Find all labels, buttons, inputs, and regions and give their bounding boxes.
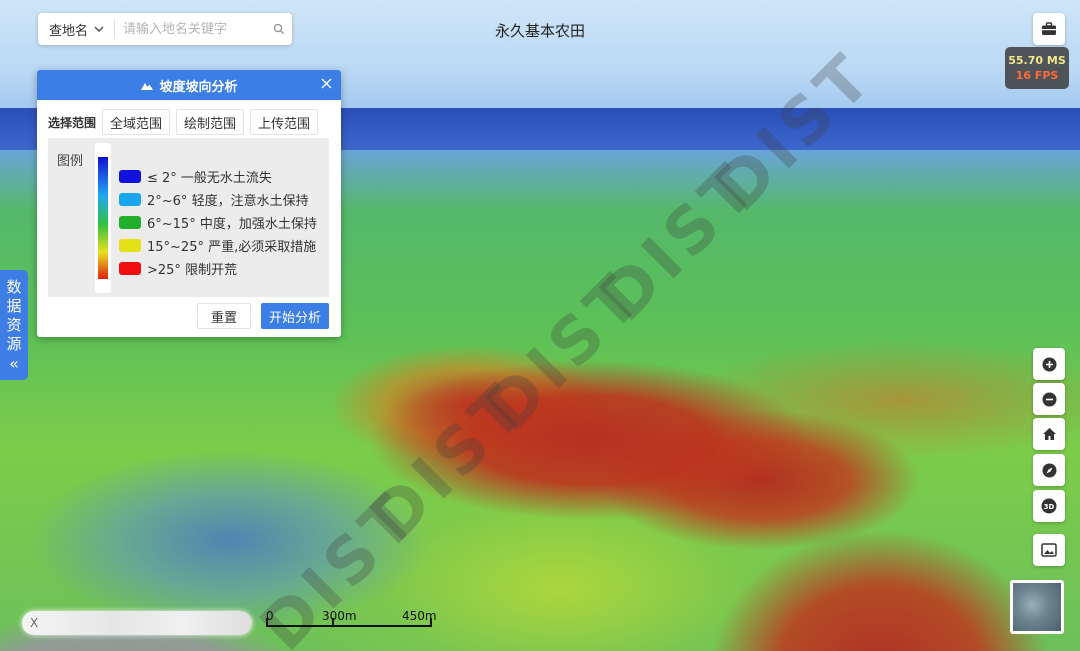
home-icon <box>1042 428 1056 440</box>
legend-swatch <box>119 216 141 229</box>
legend-swatch <box>119 262 141 275</box>
double-chevron-left-icon: « <box>9 354 19 373</box>
toolbox-button[interactable] <box>1033 13 1065 45</box>
home-view-button[interactable] <box>1033 418 1065 450</box>
basemap-switch-button[interactable] <box>1033 534 1065 566</box>
scale-line <box>266 625 432 627</box>
plus-circle-icon <box>1042 357 1056 371</box>
performance-monitor: 55.70 MS 16 FPS <box>1005 47 1069 89</box>
zoom-out-button[interactable] <box>1033 383 1065 415</box>
compass-icon <box>1042 463 1056 477</box>
frame-rate: 16 FPS <box>1015 69 1059 82</box>
coordinate-text: X <box>30 616 39 630</box>
legend-label: 15°~25° 严重,必须采取措施 <box>147 240 317 255</box>
compass-button[interactable] <box>1033 454 1065 486</box>
legend-item: >25° 限制开荒 <box>119 257 317 280</box>
legend-label: 2°~6° 轻度，注意水土保持 <box>147 194 309 209</box>
slope-legend: 图例 ≤ 2° 一般无水土流失 2°~6° 轻度，注意水土保持 6°~15° 中… <box>48 138 329 297</box>
svg-text:3D: 3D <box>1044 503 1055 511</box>
range-label: 选择范围 <box>48 115 97 130</box>
panel-header: 坡度坡向分析 <box>37 70 341 100</box>
draw-extent-button[interactable]: 绘制范围 <box>176 109 245 135</box>
scale-label: 300m <box>322 609 357 623</box>
scale-bar: 0 300m 450m <box>266 609 437 629</box>
legend-list: ≤ 2° 一般无水土流失 2°~6° 轻度，注意水土保持 6°~15° 中度，加… <box>119 165 317 280</box>
3d-icon: 3D <box>1041 498 1057 514</box>
image-icon <box>1041 543 1057 557</box>
legend-swatch <box>119 193 141 206</box>
page-title: 永久基本农田 <box>494 22 585 40</box>
slope-aspect-panel: 坡度坡向分析 选择范围 全域范围 绘制范围 上传范围 图例 ≤ 2° 一般无水土… <box>37 70 341 337</box>
legend-label: >25° 限制开荒 <box>147 263 238 278</box>
legend-color-ramp <box>95 143 111 293</box>
data-resource-char: 源 <box>6 335 22 353</box>
panel-actions: 重置 开始分析 <box>187 303 329 329</box>
legend-label: 6°~15° 中度，加强水土保持 <box>147 217 317 232</box>
legend-item: 2°~6° 轻度，注意水土保持 <box>119 188 317 211</box>
coordinate-readout: X <box>22 611 252 635</box>
legend-swatch <box>119 170 141 183</box>
legend-item: ≤ 2° 一般无水土流失 <box>119 165 317 188</box>
scale-tick <box>266 618 268 627</box>
3d-view-toggle[interactable]: 3D <box>1033 490 1065 522</box>
frame-time: 55.70 MS <box>1008 54 1066 67</box>
legend-title: 图例 <box>57 154 84 169</box>
legend-item: 6°~15° 中度，加强水土保持 <box>119 211 317 234</box>
scale-tick <box>430 618 432 627</box>
panel-title: 坡度坡向分析 <box>159 79 238 95</box>
mountain-icon <box>141 83 154 90</box>
briefcase-icon <box>1042 22 1056 35</box>
zoom-in-button[interactable] <box>1033 348 1065 380</box>
reset-button[interactable]: 重置 <box>196 303 251 329</box>
data-resource-char: 资 <box>6 316 22 334</box>
data-resource-char: 据 <box>6 297 22 315</box>
legend-item: 15°~25° 严重,必须采取措施 <box>119 234 317 257</box>
scale-tick <box>332 618 334 627</box>
start-analysis-button[interactable]: 开始分析 <box>260 303 329 329</box>
close-icon[interactable] <box>321 78 332 89</box>
range-selector: 选择范围 全域范围 绘制范围 上传范围 <box>48 109 341 135</box>
overview-minimap[interactable] <box>1010 580 1064 634</box>
data-resource-char: 数 <box>6 278 22 296</box>
minus-circle-icon <box>1042 392 1056 406</box>
data-resource-tab[interactable]: 数 据 资 源 « <box>0 270 28 380</box>
full-extent-button[interactable]: 全域范围 <box>102 109 171 135</box>
legend-label: ≤ 2° 一般无水土流失 <box>147 171 272 186</box>
upload-extent-button[interactable]: 上传范围 <box>250 109 319 135</box>
legend-swatch <box>119 239 141 252</box>
